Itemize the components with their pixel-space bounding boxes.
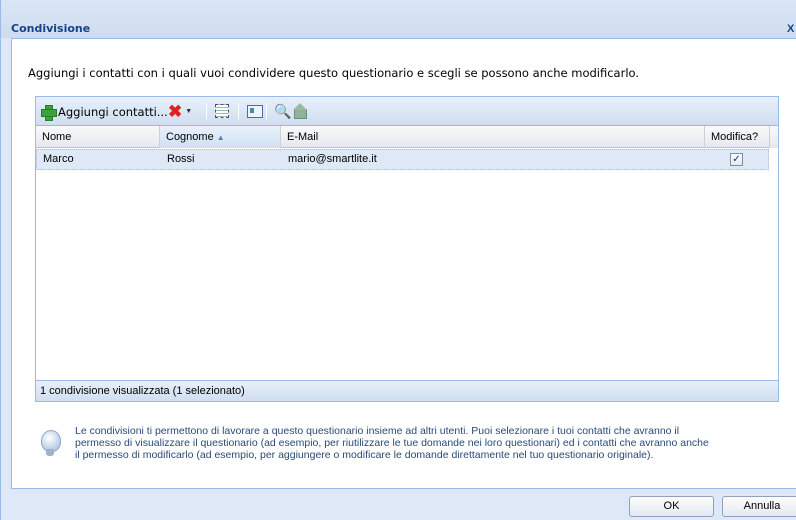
help-line: il permesso di modificarlo (ad esempio, …	[75, 449, 654, 461]
toolbar-separator	[206, 103, 207, 119]
grid-header: Nome Cognome ▲ E-Mail Modifica?	[36, 126, 778, 148]
grid-toolbar: Aggiungi contatti... ✖ ▼ 🔍	[36, 97, 778, 126]
column-header-label: Cognome	[166, 131, 214, 143]
select-all-icon[interactable]	[214, 103, 230, 119]
share-dialog: Condivisione X Aggiungi i contatti con i…	[0, 0, 796, 520]
cancel-button[interactable]: Annulla	[722, 496, 796, 517]
column-header-email[interactable]: E-Mail	[281, 126, 705, 148]
column-header-label: Modifica?	[711, 131, 759, 143]
grid-status: 1 condivisione visualizzata (1 seleziona…	[36, 380, 778, 401]
help-text: Le condivisioni ti permettono di lavorar…	[75, 425, 775, 461]
green-plus-icon	[40, 104, 57, 121]
column-header-label: E-Mail	[287, 131, 319, 143]
contacts-grid: Aggiungi contatti... ✖ ▼ 🔍 Nome Cognome ▲…	[35, 96, 779, 402]
column-header-cognome[interactable]: Cognome ▲	[160, 126, 281, 148]
close-icon[interactable]: X	[787, 22, 796, 36]
binoculars-icon[interactable]: 🔍	[274, 103, 291, 119]
toolbar-separator	[266, 103, 267, 119]
delete-icon: ✖	[168, 102, 183, 121]
chevron-down-icon[interactable]: ▼	[185, 108, 192, 115]
add-contacts-label: Aggiungi contatti...	[58, 104, 168, 119]
cell-nome: Marco	[43, 153, 74, 165]
toolbar-separator	[238, 103, 239, 119]
column-header-label: Nome	[42, 131, 72, 143]
sort-ascending-icon: ▲	[216, 133, 225, 142]
help-line: Le condivisioni ti permettono di lavorar…	[75, 425, 680, 437]
column-header-modifica[interactable]: Modifica?	[705, 126, 769, 148]
contact-card-icon[interactable]	[246, 103, 263, 119]
intro-text: Aggiungi i contatti con i quali vuoi con…	[28, 66, 640, 80]
lightbulb-icon	[39, 430, 63, 460]
cell-email: mario@smartlite.it	[288, 153, 377, 165]
column-header-nome[interactable]: Nome	[36, 126, 160, 148]
table-row[interactable]: Marco Rossi mario@smartlite.it ✓	[36, 149, 769, 170]
share-house-icon[interactable]	[292, 103, 308, 119]
delete-button[interactable]: ✖ ▼	[168, 102, 192, 121]
ok-button[interactable]: OK	[629, 496, 714, 517]
cell-cognome: Rossi	[167, 153, 195, 165]
add-contacts-button[interactable]: Aggiungi contatti...	[40, 102, 168, 121]
modifica-checkbox[interactable]: ✓	[730, 153, 743, 166]
dialog-title: Condivisione	[11, 22, 91, 35]
header-scroll-stub	[769, 126, 778, 148]
help-line: permesso di visualizzare il questionario…	[75, 437, 709, 449]
dialog-titlebar[interactable]: Condivisione X	[1, 0, 796, 38]
